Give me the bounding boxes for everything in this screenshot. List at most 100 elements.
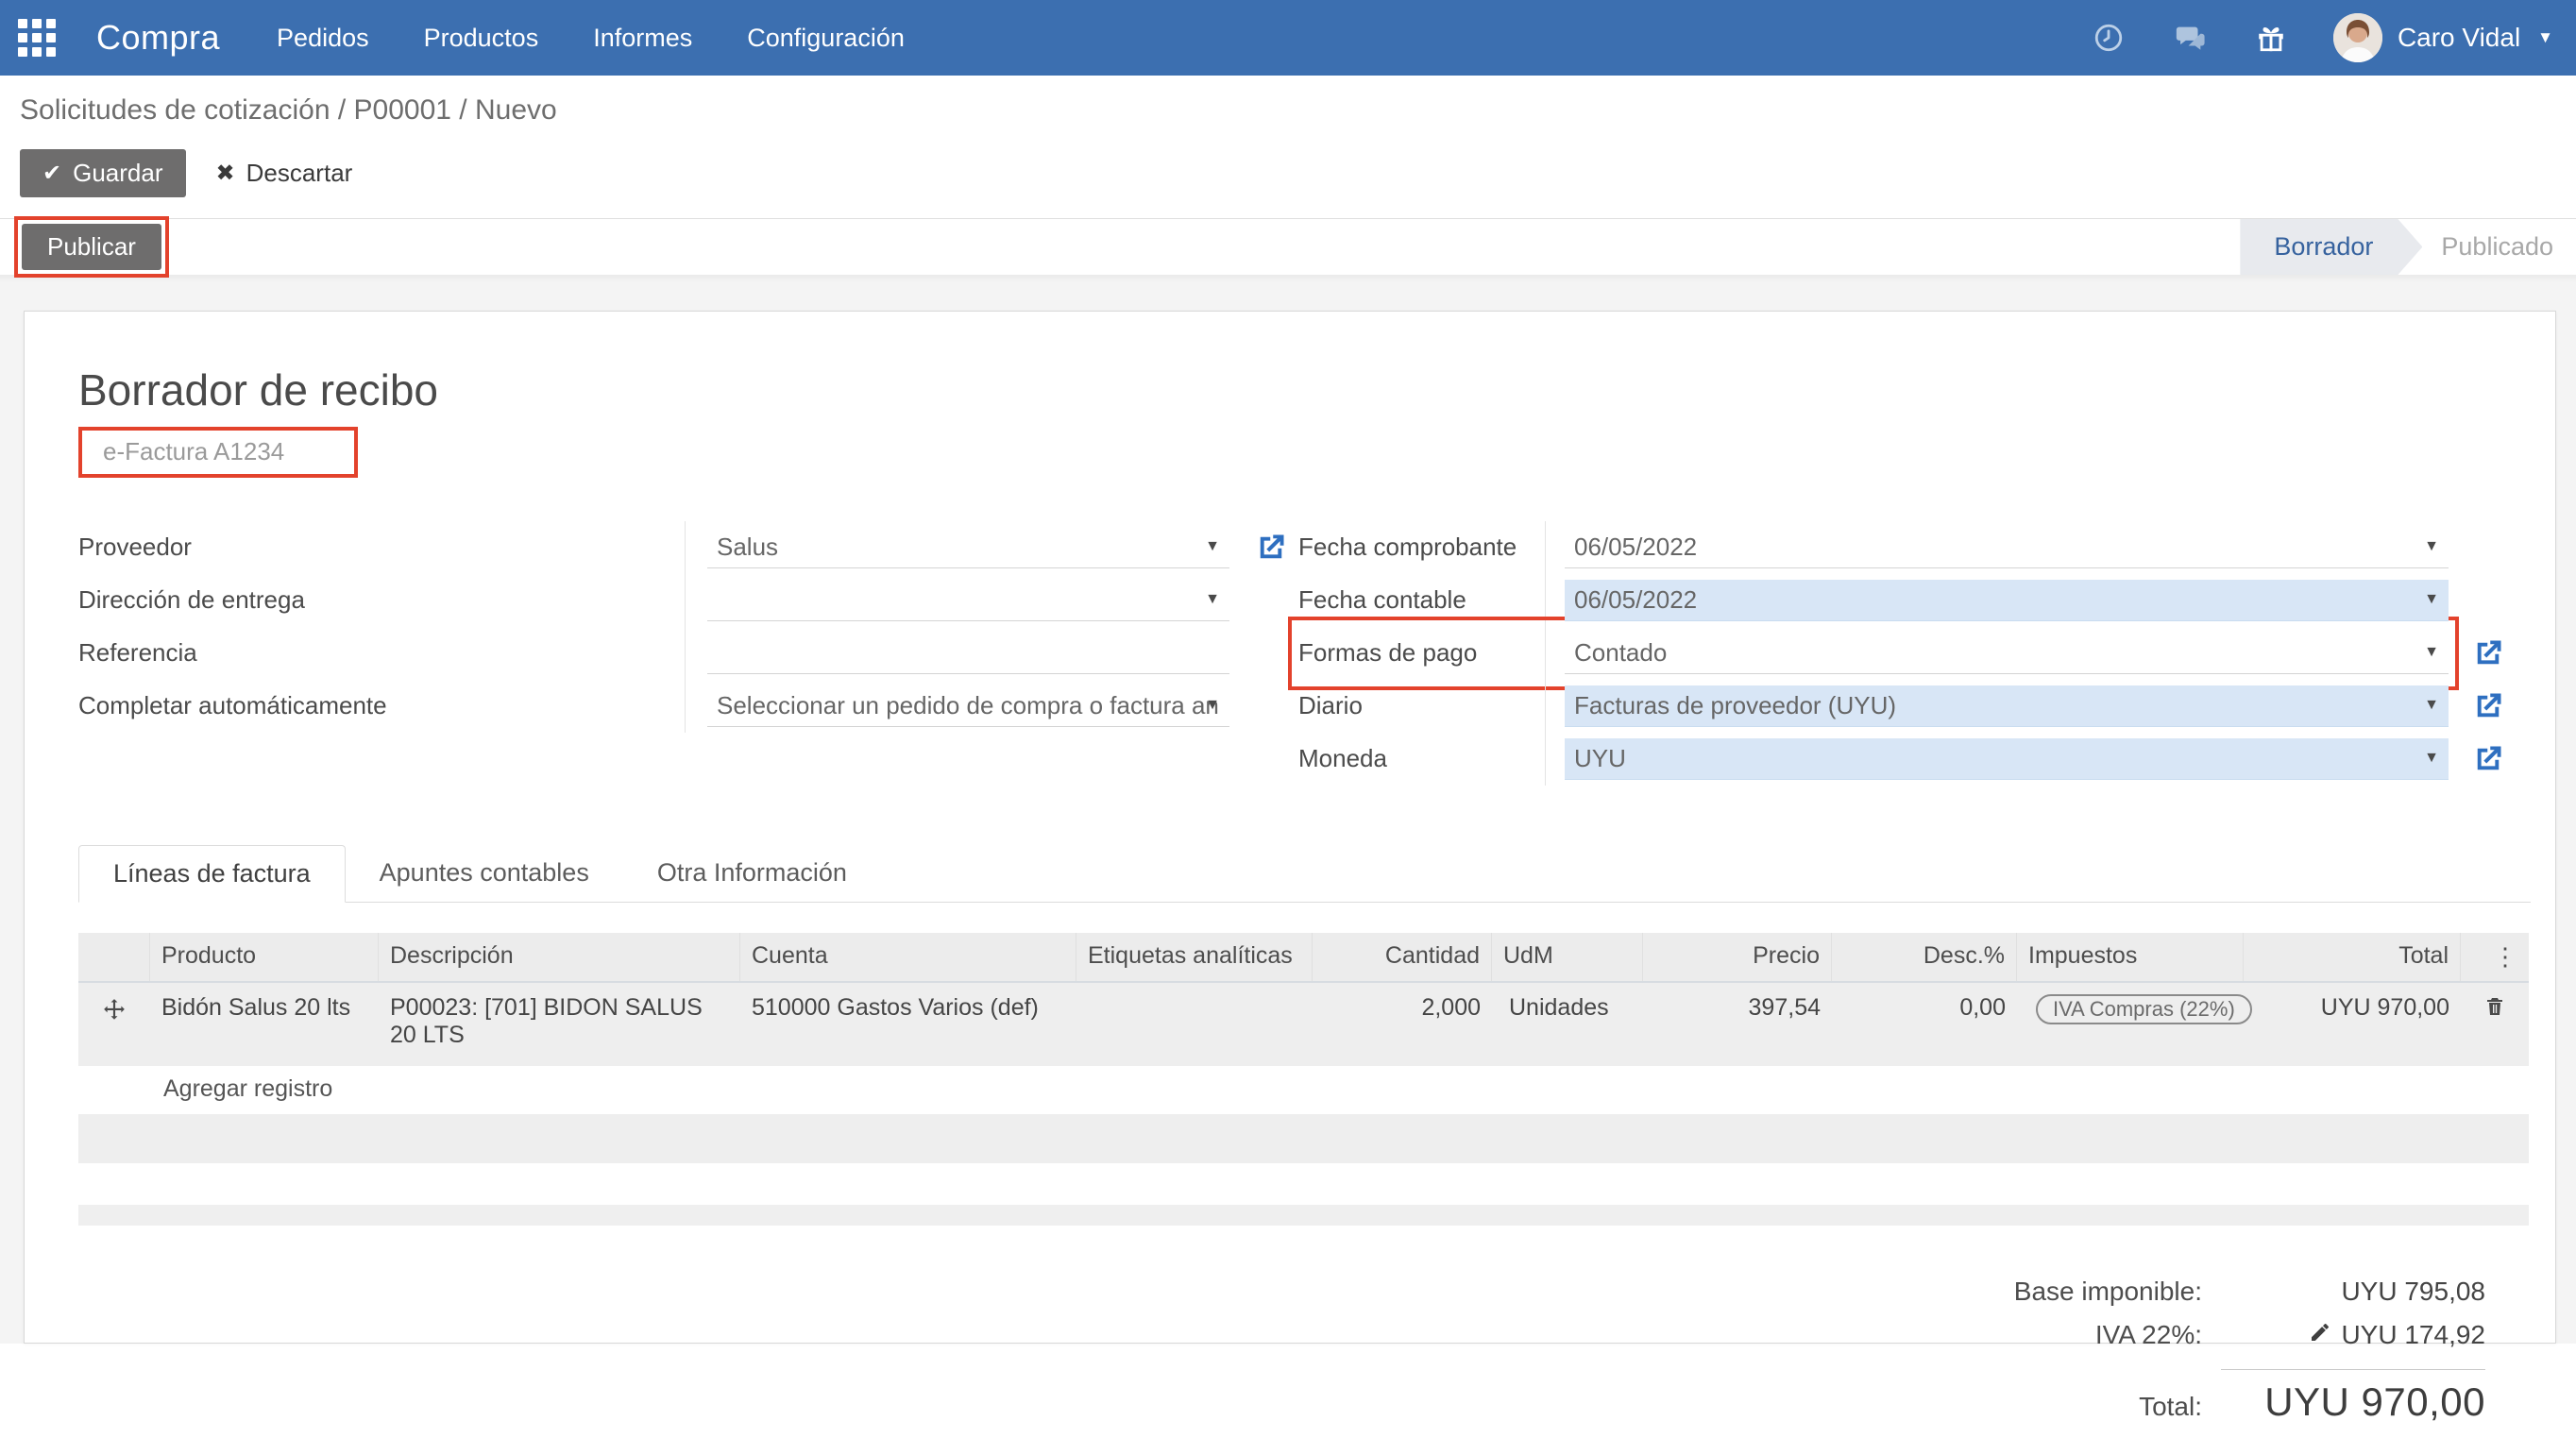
app-brand[interactable]: Compra [96,18,220,58]
referencia-field[interactable] [707,633,1229,674]
direccion-field[interactable]: ▼ [707,580,1229,621]
tax-badge[interactable]: IVA Compras (22%) [2036,994,2252,1024]
add-record-link[interactable]: Agregar registro [78,1066,344,1114]
totals-divider [2221,1369,2485,1370]
menu-productos[interactable]: Productos [424,24,539,53]
base-imponible-label: Base imponible: [2014,1277,2202,1307]
moneda-external-link-icon[interactable] [2471,742,2505,776]
add-record-row: Agregar registro [78,1066,2529,1114]
moneda-label: Moneda [1298,733,1546,786]
table-footer-band [78,1205,2529,1226]
breadcrumb[interactable]: Solicitudes de cotización / P00001 / Nue… [20,94,2553,127]
diario-label: Diario [1298,680,1546,733]
header-total[interactable]: Total [2244,933,2461,981]
cell-cuenta[interactable]: 510000 Gastos Varios (def) [740,983,1076,1066]
completar-field[interactable]: Seleccionar un pedido de compra o factur… [707,685,1229,727]
publish-annotation-box: Publicar [14,216,169,278]
header-cuenta[interactable]: Cuenta [740,933,1076,981]
field-row-moneda: Moneda UYU ▼ [1298,733,2505,786]
edit-pencil-icon[interactable] [2309,1320,2331,1350]
cell-producto[interactable]: Bidón Salus 20 lts [150,983,379,1066]
field-row-referencia: Referencia [78,627,1288,680]
referencia-label: Referencia [78,627,686,680]
menu-pedidos[interactable]: Pedidos [277,24,369,53]
chevron-down-icon: ▼ [1205,591,1220,608]
diario-external-link-icon[interactable] [2471,689,2505,723]
formas-pago-external-link-icon[interactable] [2471,636,2505,670]
fecha-contable-field[interactable]: 06/05/2022 ▼ [1565,580,2449,621]
gift-icon[interactable] [2252,19,2290,57]
cell-cantidad[interactable]: 2,000 [1313,983,1492,1066]
discard-button[interactable]: ✖ Descartar [211,158,359,189]
header-precio[interactable]: Precio [1643,933,1832,981]
user-avatar [2333,13,2382,62]
fields-group-left: Proveedor Salus ▼ Dirección de entrega [78,521,1288,786]
diario-field[interactable]: Facturas de proveedor (UYU) ▼ [1565,685,2449,727]
header-udm[interactable]: UdM [1492,933,1643,981]
header-handle-column [78,933,150,981]
cell-precio[interactable]: 397,54 [1643,983,1832,1066]
field-row-direccion: Dirección de entrega ▼ [78,574,1288,627]
total-label: Total: [2139,1392,2202,1422]
empty-stripe-row [78,1114,2529,1163]
optional-columns-icon[interactable]: ⋮ [2461,933,2529,981]
fecha-comprobante-label: Fecha comprobante [1298,521,1546,574]
cell-impuestos[interactable]: IVA Compras (22%) [2017,983,2244,1066]
status-step-publicado[interactable]: Publicado [2422,219,2567,275]
formas-pago-field[interactable]: Contado ▼ [1565,633,2449,674]
cell-descripcion[interactable]: P00023: [701] BIDON SALUS 20 LTS [379,983,740,1066]
fecha-comprobante-field[interactable]: 06/05/2022 ▼ [1565,527,2449,568]
cell-total: UYU 970,00 [2244,983,2461,1066]
apps-grid-icon[interactable] [17,18,57,58]
tab-apuntes-contables[interactable]: Apuntes contables [346,845,623,903]
header-etiquetas[interactable]: Etiquetas analíticas [1076,933,1313,981]
status-step-borrador[interactable]: Borrador [2240,219,2422,275]
direccion-label: Dirección de entrega [78,574,686,627]
reference-input[interactable] [78,427,358,478]
save-button[interactable]: ✔ Guardar [20,149,186,197]
total-value: UYU 970,00 [2202,1379,2485,1425]
user-menu[interactable]: Caro Vidal ▼ [2333,13,2553,62]
top-navbar: Compra Pedidos Productos Informes Config… [0,0,2576,76]
page-background: Borrador de recibo Proveedor Salus ▼ [0,275,2576,1344]
messages-icon[interactable] [2171,19,2209,57]
chevron-down-icon: ▼ [2424,591,2439,608]
notebook-tabs: Líneas de factura Apuntes contables Otra… [78,844,2531,903]
activities-clock-icon[interactable] [2090,19,2127,57]
cell-etiquetas[interactable] [1076,983,1313,1066]
proveedor-external-link-icon[interactable] [1254,531,1288,565]
header-desc-pct[interactable]: Desc.% [1832,933,2017,981]
chevron-down-icon: ▼ [2424,750,2439,767]
header-producto[interactable]: Producto [150,933,379,981]
menu-configuracion[interactable]: Configuración [747,24,905,53]
iva-row: IVA 22%: UYU 174,92 [2095,1320,2485,1350]
field-row-formas-pago: Formas de pago Contado ▼ [1298,627,2505,680]
cell-udm[interactable]: Unidades [1492,983,1643,1066]
iva-label: IVA 22%: [2095,1320,2202,1350]
iva-value: UYU 174,92 [2341,1320,2485,1349]
status-steps: Borrador Publicado [2240,219,2567,275]
publish-button[interactable]: Publicar [22,224,161,270]
header-impuestos[interactable]: Impuestos [2017,933,2244,981]
delete-row-icon[interactable] [2483,994,2506,1025]
menu-informes[interactable]: Informes [593,24,692,53]
tab-lineas-de-factura[interactable]: Líneas de factura [78,845,346,903]
user-caret-icon: ▼ [2537,28,2553,47]
field-row-fecha-comprobante: Fecha comprobante 06/05/2022 ▼ [1298,521,2505,574]
header-descripcion[interactable]: Descripción [379,933,740,981]
header-cantidad[interactable]: Cantidad [1313,933,1492,981]
main-menu: Pedidos Productos Informes Configuración [277,24,905,53]
drag-handle-icon[interactable] [78,983,150,1066]
table-header-row: Producto Descripción Cuenta Etiquetas an… [78,933,2529,983]
field-row-completar: Completar automáticamente Seleccionar un… [78,680,1288,733]
proveedor-field[interactable]: Salus ▼ [707,527,1229,568]
totals-section: Base imponible: UYU 795,08 IVA 22%: UYU … [78,1277,2531,1438]
tab-otra-informacion[interactable]: Otra Información [623,845,881,903]
completar-label: Completar automáticamente [78,680,686,733]
moneda-field[interactable]: UYU ▼ [1565,738,2449,780]
cell-desc-pct[interactable]: 0,00 [1832,983,2017,1066]
control-panel: Solicitudes de cotización / P00001 / Nue… [0,76,2576,218]
chevron-down-icon: ▼ [1205,538,1220,555]
fields-group-right: Fecha comprobante 06/05/2022 ▼ Fecha con… [1298,521,2505,786]
table-row[interactable]: Bidón Salus 20 lts P00023: [701] BIDON S… [78,983,2529,1066]
